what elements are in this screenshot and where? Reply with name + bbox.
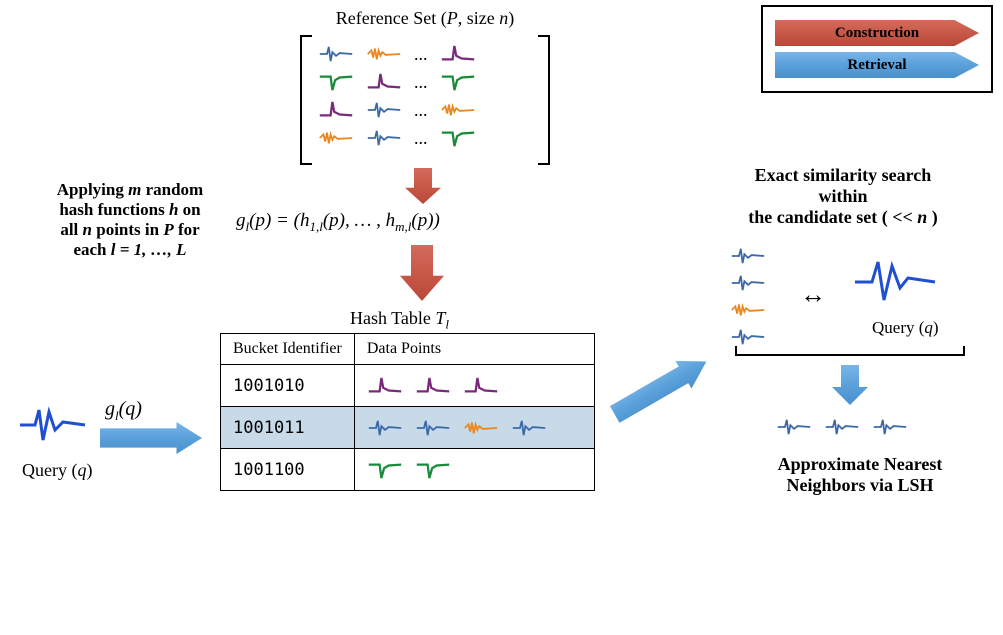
retrieval-arrow-right-icon — [100, 422, 202, 454]
waveform-green-dip-icon — [440, 127, 476, 149]
waveform-green-dip-icon — [367, 459, 403, 481]
formula-p: p — [255, 210, 265, 231]
bucket-id-cell: 1001010 — [221, 365, 355, 407]
legend-construction-row: Construction — [775, 19, 979, 47]
matrix-ellipsis: ... — [414, 128, 428, 149]
waveform-orange-icon — [366, 43, 402, 65]
retrieval-arrow-diagonal-icon — [607, 348, 730, 455]
bucket-id-cell: 1001011 — [221, 407, 355, 449]
formula-sub-1l: 1,l — [309, 219, 322, 234]
candidate-set — [730, 245, 790, 353]
query-waveform-icon — [15, 400, 90, 450]
matrix-ellipsis: ... — [414, 100, 428, 121]
hash-formula: gl(p) = (h1,l(p), … , hm,l(p)) — [236, 210, 440, 235]
formula-sub-ml: m,l — [395, 219, 411, 234]
waveform-purple-spike-icon — [440, 43, 476, 65]
retrieval-arrow: Retrieval — [775, 52, 979, 78]
bucket-header: Bucket Identifier — [221, 334, 355, 365]
waveform-blue-icon — [824, 416, 860, 438]
formula-p3: (p)) — [411, 210, 439, 231]
waveform-purple-spike-icon — [366, 71, 402, 93]
query-waveform — [15, 400, 90, 455]
waveform-orange-icon — [440, 99, 476, 121]
matrix-grid: ... ... ... ... — [318, 43, 476, 149]
legend-box: Construction Retrieval — [761, 5, 993, 93]
waveform-blue-icon — [366, 99, 402, 121]
bracket-left-icon — [300, 35, 312, 165]
waveform-green-dip-icon — [415, 459, 451, 481]
result-line1: Approximate Nearest — [778, 454, 943, 474]
result-label: Approximate Nearest Neighbors via LSH — [735, 454, 985, 496]
waveform-orange-icon — [730, 299, 766, 321]
formula-g: g — [236, 210, 246, 231]
waveform-blue-icon — [872, 416, 908, 438]
hash-table: Bucket Identifier Data Points 1001010 10… — [220, 333, 595, 491]
reference-set-title: Reference Set (P, size n) — [275, 8, 575, 29]
construction-label: Construction — [835, 25, 919, 42]
legend-retrieval-row: Retrieval — [775, 51, 979, 79]
result-neighbors — [776, 416, 908, 438]
table-title-text: Hash Table — [350, 308, 435, 328]
table-title-T: T — [435, 308, 445, 328]
waveform-purple-spike-icon — [367, 375, 403, 397]
double-arrow-icon: ↔ — [800, 280, 826, 310]
table-row: 1001010 — [221, 365, 595, 407]
query-waveform-right — [850, 252, 940, 317]
waveform-blue-icon — [730, 245, 766, 267]
data-points-cell — [354, 449, 594, 491]
data-points-cell — [354, 407, 594, 449]
waveform-blue-icon — [730, 326, 766, 348]
table-row: 1001100 — [221, 449, 595, 491]
result-line2: Neighbors via LSH — [786, 475, 933, 495]
matrix-ellipsis: ... — [414, 44, 428, 65]
waveform-purple-spike-icon — [318, 99, 354, 121]
formula-h2: h — [386, 210, 396, 231]
retrieval-arrow-down-icon — [832, 365, 868, 405]
waveform-orange-icon — [463, 417, 499, 439]
waveform-blue-icon — [367, 417, 403, 439]
waveform-blue-icon — [318, 43, 354, 65]
construction-arrow-down-big-icon — [400, 245, 444, 301]
waveform-orange-icon — [318, 127, 354, 149]
exact-search-description: Exact similarity search within the candi… — [703, 165, 983, 228]
q-formula-g: g — [105, 398, 115, 420]
formula-paren2: ) = ( — [265, 210, 300, 231]
waveform-blue-icon — [366, 127, 402, 149]
query-waveform-right-icon — [850, 252, 940, 312]
waveform-blue-icon — [776, 416, 812, 438]
construction-arrow: Construction — [775, 20, 979, 46]
query-hash-formula: gl(q) — [105, 398, 142, 424]
hash-function-description: Applying m random hash functions h on al… — [20, 180, 240, 260]
hash-table-title: Hash Table Tl — [350, 308, 449, 333]
data-points-cell — [354, 365, 594, 407]
query-right-label: Query (q) — [872, 318, 939, 338]
waveform-green-dip-icon — [318, 71, 354, 93]
waveform-blue-icon — [730, 272, 766, 294]
bucket-id-cell: 1001100 — [221, 449, 355, 491]
waveform-purple-spike-icon — [463, 375, 499, 397]
table-row-highlighted: 1001011 — [221, 407, 595, 449]
underbracket-icon — [735, 346, 965, 356]
formula-p2: (p), … , — [323, 210, 386, 231]
right-text-line2: within — [818, 186, 867, 206]
retrieval-label: Retrieval — [847, 57, 906, 74]
data-header: Data Points — [354, 334, 594, 365]
table-title-sub: l — [445, 317, 449, 332]
query-label: Query (q) — [22, 460, 92, 481]
q-formula-q: (q) — [119, 398, 142, 420]
construction-arrow-down-icon — [405, 168, 441, 204]
waveform-blue-icon — [415, 417, 451, 439]
matrix-ellipsis: ... — [414, 72, 428, 93]
waveform-purple-spike-icon — [415, 375, 451, 397]
waveform-blue-icon — [511, 417, 547, 439]
right-text-line1: Exact similarity search — [755, 165, 932, 185]
waveform-green-dip-icon — [440, 71, 476, 93]
reference-matrix: ... ... ... ... — [300, 35, 550, 165]
formula-h: h — [300, 210, 310, 231]
bracket-right-icon — [538, 35, 550, 165]
